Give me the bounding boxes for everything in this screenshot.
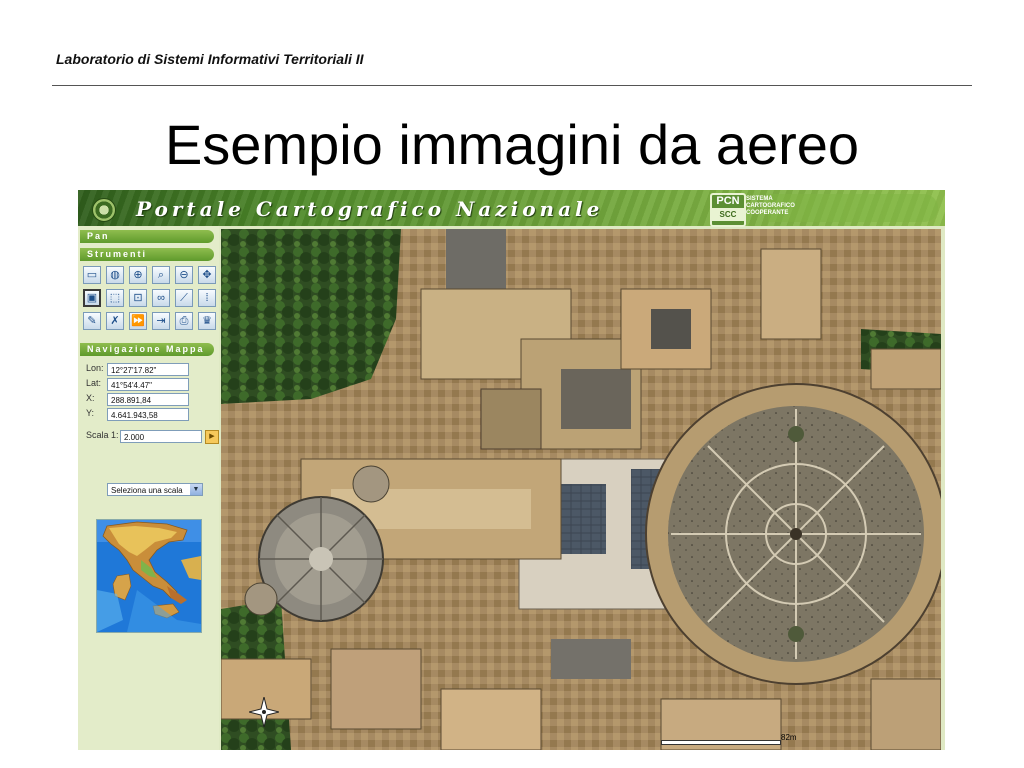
x-label: X: [86,393,95,403]
zoom-window-icon[interactable]: ⊡ [129,289,147,307]
aerial-photo-graphic [221,229,941,750]
pcn-logo: PCN SCC [710,193,746,227]
strumenti-section-header[interactable]: Strumenti [80,248,214,261]
banner-title: Portale Cartografico Nazionale [136,197,604,221]
pan-section-header[interactable]: Pan [80,230,214,243]
header-rule [52,85,972,86]
portal-screenshot: Portale Cartografico Nazionale PCN SCC S… [78,190,945,750]
export-icon[interactable]: ⇥ [152,312,170,330]
crown-icon[interactable]: ♛ [198,312,216,330]
sidebar: Pan Strumenti ▭ ◍ ⊕ ⌕ ⊖ ✥ ▣ ⬚ ⊡ ∞ ⟋ ⁞ ✎ ✗ ⏩ ⇥ ⎙ ♛ Navigaz… [78,226,219,750]
layers-icon[interactable]: ⁞ [198,289,216,307]
measure-icon[interactable]: ⟋ [175,289,193,307]
globe-icon[interactable]: ◍ [106,266,124,284]
chevron-down-icon[interactable]: ▼ [190,484,202,495]
lat-label: Lat: [86,378,102,388]
portal-banner: Portale Cartografico Nazionale PCN SCC S… [78,190,945,227]
eraser-icon[interactable]: ✎ [83,312,101,330]
tool-grid: ▭ ◍ ⊕ ⌕ ⊖ ✥ ▣ ⬚ ⊡ ∞ ⟋ ⁞ ✎ ✗ ⏩ ⇥ ⎙ ♛ [83,266,216,330]
y-label: Y: [86,408,95,418]
lon-field[interactable]: 12°27'17.82" [107,363,189,376]
slide-header: Laboratorio di Sistemi Informativi Terri… [56,51,364,67]
lon-label: Lon: [86,363,104,373]
aerial-photo-map[interactable]: 82m [221,229,941,750]
scale-label: 82m [781,733,797,742]
pcn-logo-text: PCN [716,195,740,207]
scala-label: Scala 1: [86,430,119,440]
select-icon[interactable]: ⬚ [106,289,124,307]
scale-select-value: Seleziona una scala [111,486,183,495]
redline-icon[interactable]: ✗ [106,312,124,330]
slide-title: Esempio immagini da aereo [164,113,860,176]
italy-map-graphic [97,520,201,632]
navigazione-section-header[interactable]: Navigazione Mappa [80,343,214,356]
scale-select[interactable]: Seleziona una scala ▼ [107,483,203,496]
lat-field[interactable]: 41°54'4.47" [107,378,189,391]
scale-bar [661,740,781,745]
italy-overview-map[interactable] [96,519,202,633]
full-extent-icon[interactable]: ✥ [198,266,216,284]
x-field[interactable]: 288.891,84 [107,393,189,406]
forward-icon[interactable]: ⏩ [129,312,147,330]
republic-emblem-icon [92,198,116,222]
window-icon[interactable]: ▭ [83,266,101,284]
print-icon[interactable]: ⎙ [175,312,193,330]
identify-icon[interactable]: ▣ [83,289,101,307]
zoom-icon[interactable]: ⌕ [152,266,170,284]
north-arrow-icon [248,696,280,732]
zoom-in-icon[interactable]: ⊕ [129,266,147,284]
binoculars-icon[interactable]: ∞ [152,289,170,307]
y-field[interactable]: 4.641.943,58 [107,408,189,421]
scala-go-button[interactable]: ▶ [205,430,219,444]
zoom-out-icon[interactable]: ⊖ [175,266,193,284]
pcn-logo-subtext: SCC [712,208,744,221]
scala-field[interactable]: 2.000 [120,430,202,443]
pcn-tagline: SISTEMA CARTOGRAFICO COOPERANTE [746,196,795,216]
